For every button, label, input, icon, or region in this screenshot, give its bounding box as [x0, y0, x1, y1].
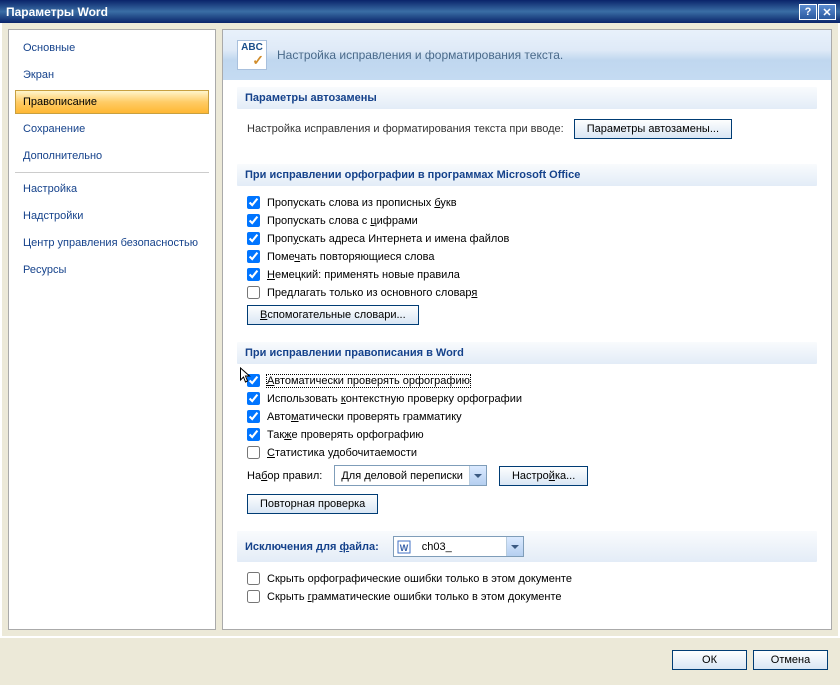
section-title-office: При исправлении орфографии в программах … [237, 164, 817, 186]
checkbox[interactable] [247, 232, 260, 245]
checkbox[interactable] [247, 446, 260, 459]
checkbox[interactable] [247, 250, 260, 263]
checkbox[interactable] [247, 572, 260, 585]
sidebar-divider [15, 172, 209, 173]
checkbox-row: Автоматически проверять грамматику [247, 410, 817, 423]
check-icon: ✓ [252, 52, 264, 69]
window-body: Основные Экран Правописание Сохранение Допол… [0, 23, 840, 638]
checkbox-label[interactable]: Немецкий: применять новые правила [267, 269, 460, 281]
sidebar-item[interactable]: Правописание [15, 90, 209, 114]
ok-button[interactable]: ОК [672, 650, 747, 670]
checkbox[interactable] [247, 428, 260, 441]
checkbox[interactable] [247, 286, 260, 299]
word-doc-icon: W [396, 539, 412, 555]
checkbox-label[interactable]: Предлагать только из основного словаря [267, 287, 477, 299]
checkbox-row: Помечать повторяющиеся слова [247, 250, 817, 263]
checkbox-label[interactable]: Пропускать адреса Интернета и имена файл… [267, 233, 509, 245]
window-title: Параметры Word [6, 5, 108, 19]
footer: ОК Отмена [0, 638, 840, 682]
titlebar-buttons: ? ✕ [799, 4, 836, 20]
checkbox-row: Статистика удобочитаемости [247, 446, 817, 459]
help-button[interactable]: ? [799, 4, 817, 20]
chevron-down-icon[interactable] [506, 537, 523, 556]
page-header: ABC ✓ Настройка исправления и форматиров… [223, 30, 831, 80]
checkbox-label[interactable]: Статистика удобочитаемости [267, 447, 417, 459]
checkbox-row: Также проверять орфографию [247, 428, 817, 441]
proofing-icon: ABC ✓ [237, 40, 267, 70]
checkbox-row: Пропускать слова с цифрами [247, 214, 817, 227]
checkbox-row: Пропускать адреса Интернета и имена файл… [247, 232, 817, 245]
sidebar: Основные Экран Правописание Сохранение Допол… [8, 29, 216, 630]
chevron-down-icon[interactable] [469, 466, 486, 485]
autocorrect-options-button[interactable]: Параметры автозамены... [574, 119, 732, 139]
section-word-spelling: При исправлении правописания в Word Авто… [223, 335, 831, 524]
sidebar-item[interactable]: Настройка [15, 177, 209, 201]
sidebar-item[interactable]: Экран [15, 63, 209, 87]
cancel-button[interactable]: Отмена [753, 650, 828, 670]
page-header-text: Настройка исправления и форматирования т… [277, 48, 563, 62]
checkbox-label[interactable]: Скрыть орфографические ошибки только в э… [267, 573, 572, 585]
exceptions-title-label: Исключения для файла: [245, 541, 379, 553]
sidebar-item[interactable]: Дополнительно [15, 144, 209, 168]
sidebar-item[interactable]: Основные [15, 36, 209, 60]
checkbox-row: Предлагать только из основного словаря [247, 286, 817, 299]
checkbox-label[interactable]: Автоматически проверять грамматику [267, 411, 462, 423]
checkbox[interactable] [247, 590, 260, 603]
section-office-spelling: При исправлении орфографии в программах … [223, 157, 831, 335]
grammar-settings-button[interactable]: Настройка... [499, 466, 588, 486]
ruleset-combo[interactable]: Для деловой переписки [334, 465, 487, 486]
section-title-exceptions: Исключения для файла: W ch03_ [237, 531, 817, 562]
custom-dictionaries-button[interactable]: Вспомогательные словари... [247, 305, 419, 325]
checkbox-label[interactable]: Автоматически проверять орфографию [267, 375, 470, 387]
section-title-word: При исправлении правописания в Word [237, 342, 817, 364]
checkbox-label[interactable]: Скрыть грамматические ошибки только в эт… [267, 591, 562, 603]
titlebar: Параметры Word ? ✕ [0, 0, 840, 23]
svg-text:W: W [400, 543, 409, 553]
checkbox-row: Автоматически проверять орфографию [247, 374, 817, 387]
ruleset-label: Набор правил: [247, 470, 322, 482]
checkbox[interactable] [247, 410, 260, 423]
checkbox-row: Немецкий: применять новые правила [247, 268, 817, 281]
ruleset-value: Для деловой переписки [335, 470, 469, 482]
section-title-autocorrect: Параметры автозамены [237, 87, 817, 109]
checkbox-label[interactable]: Помечать повторяющиеся слова [267, 251, 435, 263]
checkbox-row: Скрыть орфографические ошибки только в э… [247, 572, 817, 585]
checkbox-label[interactable]: Также проверять орфографию [267, 429, 424, 441]
sidebar-item[interactable]: Центр управления безопасностью [15, 231, 209, 255]
checkbox[interactable] [247, 374, 260, 387]
checkbox-row: Скрыть грамматические ошибки только в эт… [247, 590, 817, 603]
checkbox-row: Пропускать слова из прописных букв [247, 196, 817, 209]
recheck-button[interactable]: Повторная проверка [247, 494, 378, 514]
section-exceptions: Исключения для файла: W ch03_ Скрыть орф… [223, 524, 831, 618]
checkbox-label[interactable]: Пропускать слова из прописных букв [267, 197, 457, 209]
section-autocorrect: Параметры автозамены Настройка исправлен… [223, 80, 831, 157]
sidebar-item[interactable]: Сохранение [15, 117, 209, 141]
exceptions-file-value: ch03_ [416, 541, 506, 553]
sidebar-item[interactable]: Ресурсы [15, 258, 209, 282]
checkbox[interactable] [247, 196, 260, 209]
autocorrect-desc: Настройка исправления и форматирования т… [247, 123, 564, 135]
content-area: ABC ✓ Настройка исправления и форматиров… [222, 29, 832, 630]
checkbox[interactable] [247, 392, 260, 405]
checkbox-row: Использовать контекстную проверку орфогр… [247, 392, 817, 405]
checkbox[interactable] [247, 214, 260, 227]
checkbox-label[interactable]: Пропускать слова с цифрами [267, 215, 418, 227]
checkbox-label[interactable]: Использовать контекстную проверку орфогр… [267, 393, 522, 405]
close-button[interactable]: ✕ [818, 4, 836, 20]
checkbox[interactable] [247, 268, 260, 281]
sidebar-item[interactable]: Надстройки [15, 204, 209, 228]
exceptions-file-combo[interactable]: W ch03_ [393, 536, 524, 557]
